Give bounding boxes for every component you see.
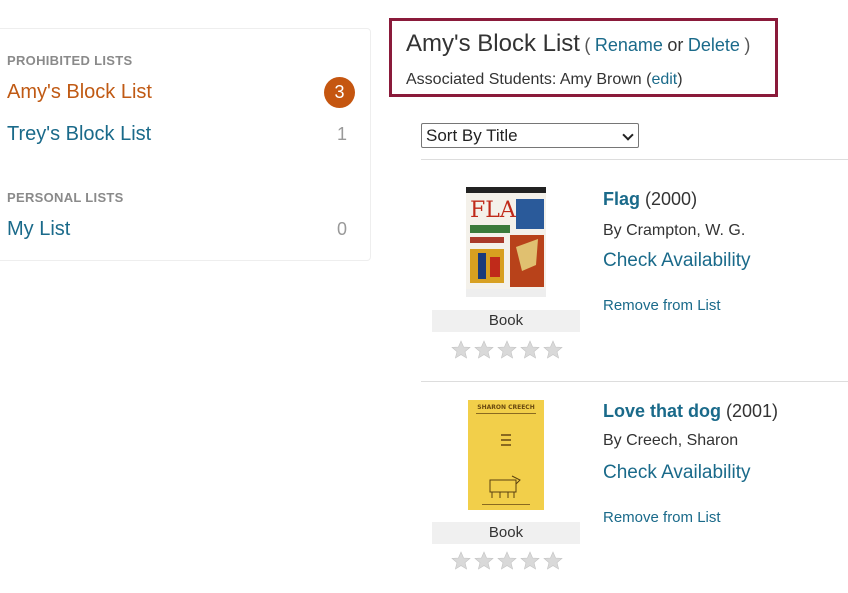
rating-stars[interactable]	[451, 340, 566, 360]
star-icon[interactable]	[520, 340, 540, 360]
sidebar-item-label[interactable]: My List	[7, 218, 70, 241]
star-icon[interactable]	[520, 551, 540, 571]
star-icon[interactable]	[543, 340, 563, 360]
sidebar: PROHIBITED LISTS Amy's Block List 3 Trey…	[0, 28, 371, 261]
list-item: FLAG Book Flag (2000) By Crampton, W. G.…	[421, 176, 848, 376]
sidebar-item-label[interactable]: Amy's Block List	[7, 81, 152, 104]
check-availability-link[interactable]: Check Availability	[603, 462, 751, 484]
check-availability-link[interactable]: Check Availability	[603, 250, 751, 272]
star-icon[interactable]	[451, 551, 471, 571]
record-title-link[interactable]: Love that dog	[603, 401, 721, 421]
record-author: By Creech, Sharon	[603, 432, 739, 449]
or-text: or	[667, 35, 684, 55]
star-icon[interactable]	[474, 340, 494, 360]
item-count: 0	[336, 219, 347, 239]
format-label: Book	[432, 522, 580, 544]
remove-from-list-link[interactable]: Remove from List	[603, 509, 721, 526]
record-title-link[interactable]: Flag	[603, 189, 640, 209]
cover-title-text: SHARON CREECH	[477, 404, 534, 411]
open-paren: (	[584, 35, 591, 55]
close-paren: )	[744, 35, 751, 55]
list-title-row: Amy's Block List ( Rename or Delete )	[406, 30, 750, 58]
record-year: (2001)	[726, 401, 779, 421]
count-badge: 3	[324, 77, 355, 108]
page-title: Amy's Block List	[406, 30, 580, 57]
star-icon[interactable]	[543, 551, 563, 571]
remove-from-list-link[interactable]: Remove from List	[603, 297, 721, 314]
record-year: (2000)	[645, 189, 698, 209]
associated-students-close: )	[677, 71, 683, 88]
prohibited-lists-heading: PROHIBITED LISTS	[7, 53, 133, 68]
star-icon[interactable]	[497, 551, 517, 571]
item-count: 1	[336, 124, 347, 144]
record-title-row: Love that dog (2001)	[603, 401, 778, 422]
sidebar-item-treys-block-list[interactable]: Trey's Block List 1	[7, 121, 357, 151]
star-icon[interactable]	[451, 340, 471, 360]
rating-stars[interactable]	[451, 551, 566, 571]
edit-students-link[interactable]: edit	[651, 71, 677, 88]
associated-students-text: Associated Students: Amy Brown (	[406, 71, 652, 88]
list-item: SHARON CREECH Book Love that dog (2001) …	[421, 388, 848, 588]
sidebar-item-my-list[interactable]: My List 0	[7, 216, 357, 246]
personal-lists-heading: PERSONAL LISTS	[7, 190, 124, 205]
chevron-down-icon	[622, 129, 634, 141]
star-icon[interactable]	[474, 551, 494, 571]
sidebar-item-amys-block-list[interactable]: Amy's Block List 3	[7, 77, 357, 109]
record-title-row: Flag (2000)	[603, 189, 697, 210]
book-cover-image[interactable]: FLAG	[466, 187, 546, 297]
book-cover-image[interactable]: SHARON CREECH	[468, 400, 544, 510]
list-header-highlight: Amy's Block List ( Rename or Delete ) As…	[389, 18, 778, 97]
star-icon[interactable]	[497, 340, 517, 360]
rename-link[interactable]: Rename	[595, 35, 663, 55]
divider	[421, 381, 848, 382]
record-author: By Crampton, W. G.	[603, 222, 746, 239]
sidebar-item-label[interactable]: Trey's Block List	[7, 123, 151, 146]
format-label: Book	[432, 310, 580, 332]
delete-link[interactable]: Delete	[688, 35, 740, 55]
associated-students: Associated Students: Amy Brown (edit)	[406, 71, 683, 89]
sort-select[interactable]: Sort By Title	[421, 123, 639, 148]
sort-selected-value: Sort By Title	[426, 126, 518, 145]
divider	[421, 159, 848, 160]
